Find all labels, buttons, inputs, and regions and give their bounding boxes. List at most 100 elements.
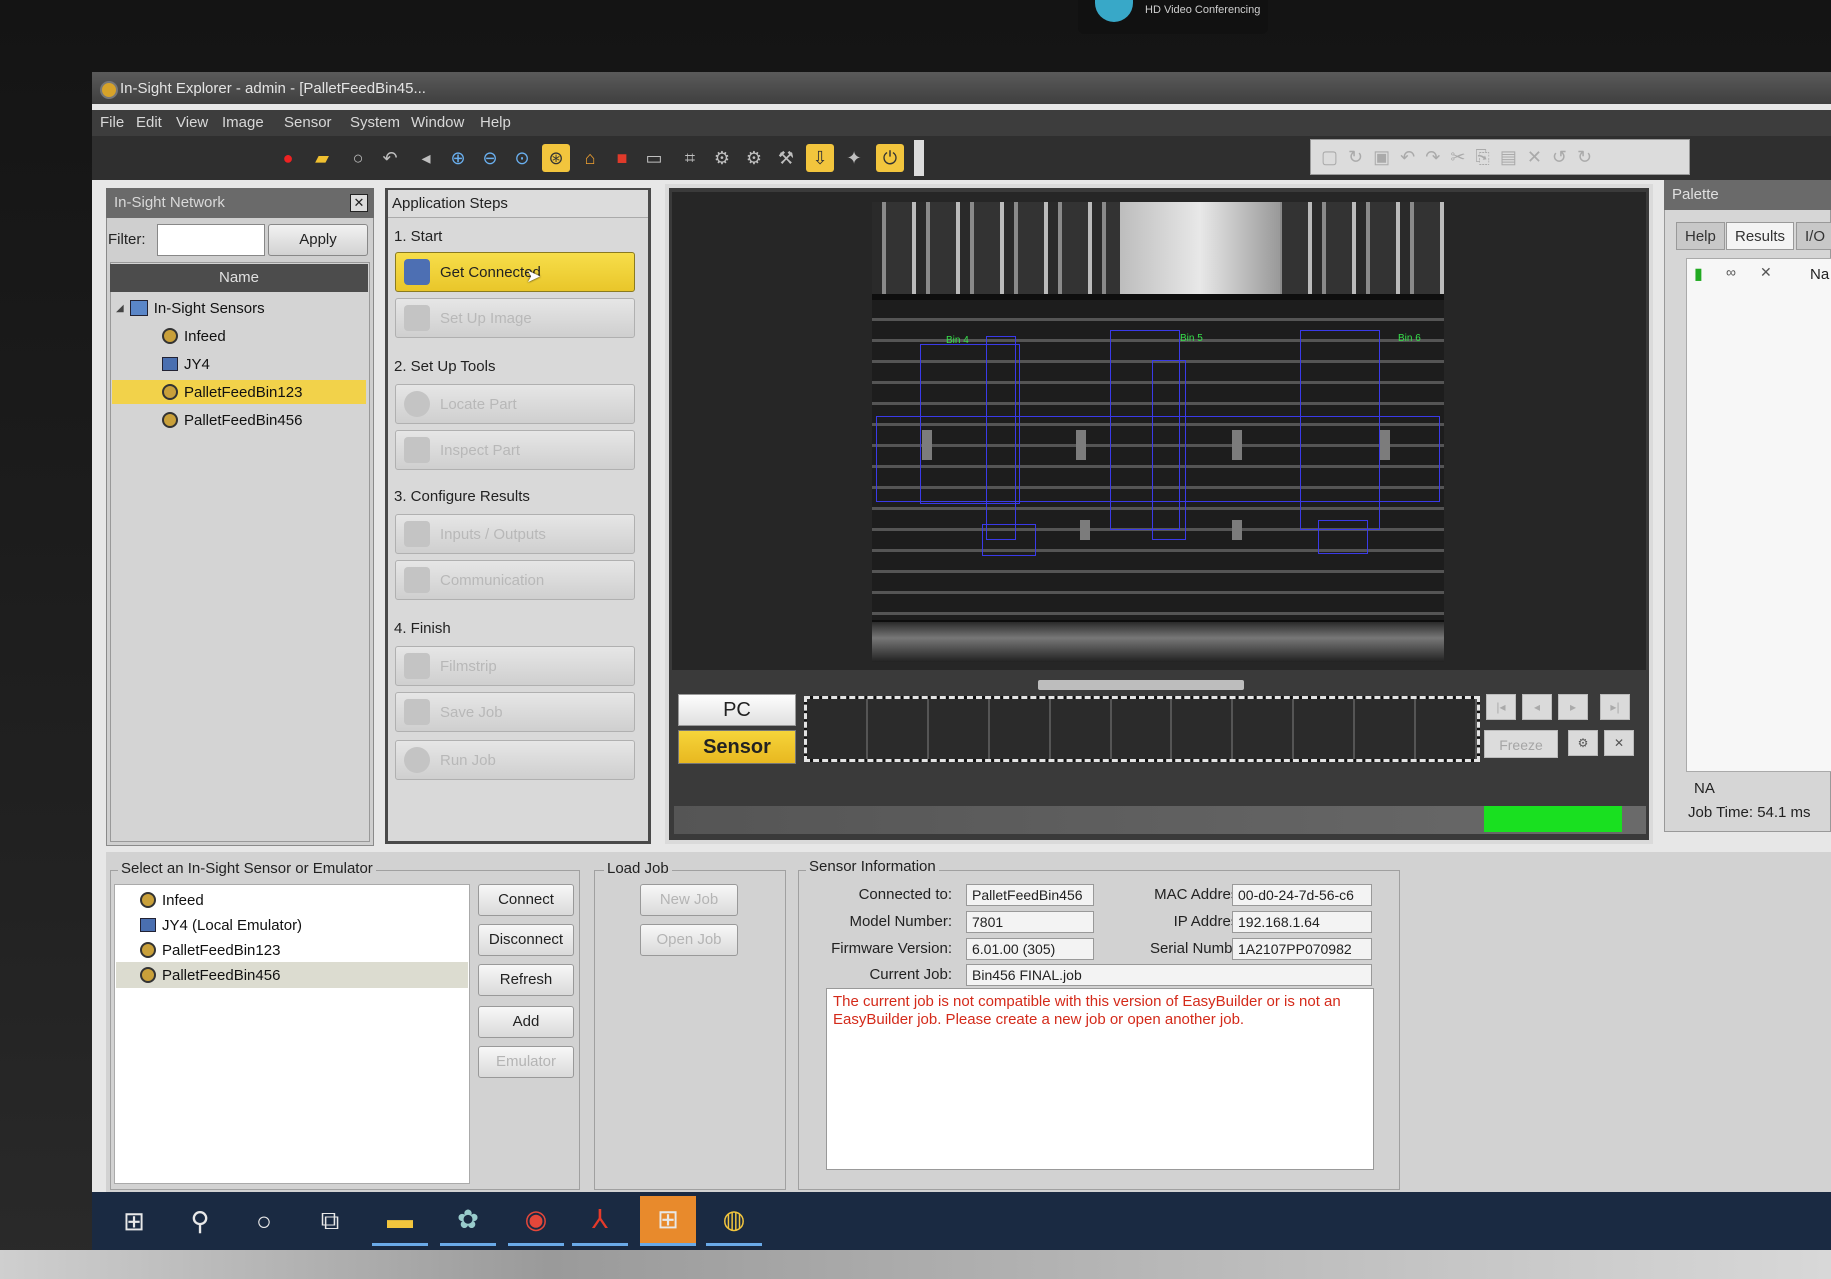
- filmstrip-frame[interactable]: [1294, 699, 1356, 759]
- tab-results[interactable]: Results: [1726, 222, 1795, 250]
- back-icon[interactable]: ↺: [1552, 147, 1567, 168]
- set-up-image-button[interactable]: Set Up Image: [395, 298, 635, 338]
- circle-tool-icon[interactable]: ○: [344, 144, 372, 172]
- filmstrip-frame[interactable]: [1172, 699, 1234, 759]
- new-icon[interactable]: ▢: [1321, 147, 1338, 168]
- image-icon[interactable]: ■: [608, 144, 636, 172]
- menu-image[interactable]: Image: [222, 114, 264, 131]
- online-toggle-icon[interactable]: ⏻: [876, 144, 904, 172]
- menu-file[interactable]: File: [100, 114, 124, 131]
- save-icon[interactable]: ▣: [1373, 147, 1390, 168]
- tool-b-icon[interactable]: ⚙: [740, 144, 768, 172]
- tree-item-palletfeedbin456[interactable]: PalletFeedBin456: [162, 408, 302, 432]
- frame-icon[interactable]: ▭: [640, 144, 668, 172]
- cortana-icon[interactable]: ○: [236, 1196, 292, 1246]
- tree-root[interactable]: ◢ In-Sight Sensors: [116, 296, 265, 320]
- menu-sensor[interactable]: Sensor: [284, 114, 332, 131]
- tree-item-jy4[interactable]: JY4: [162, 352, 210, 376]
- filmstrip-frame[interactable]: [1416, 699, 1477, 759]
- tree-column-header[interactable]: Name: [110, 264, 368, 292]
- in-sight-explorer-icon[interactable]: ◍: [706, 1196, 762, 1246]
- menu-help[interactable]: Help: [480, 114, 511, 131]
- inspect-part-button[interactable]: Inspect Part: [395, 430, 635, 470]
- zoom-out-icon[interactable]: ⊖: [476, 144, 504, 172]
- open-folder-icon[interactable]: ▰: [308, 144, 336, 172]
- tree-item-infeed[interactable]: Infeed: [162, 324, 226, 348]
- locate-part-button[interactable]: Locate Part: [395, 384, 635, 424]
- filmstrip-frame[interactable]: [867, 699, 929, 759]
- roi-box[interactable]: [1152, 360, 1186, 540]
- next-frame-icon[interactable]: ▸: [1558, 694, 1588, 720]
- communication-button[interactable]: Communication: [395, 560, 635, 600]
- refresh-icon[interactable]: ↻: [1348, 147, 1363, 168]
- first-frame-icon[interactable]: |◂: [1486, 694, 1516, 720]
- cut-icon[interactable]: ✂: [1450, 147, 1465, 168]
- clear-filmstrip-icon[interactable]: ✕: [1604, 730, 1634, 756]
- sensor-mode-button[interactable]: Sensor: [678, 730, 796, 764]
- filmstrip-frame[interactable]: [989, 699, 1051, 759]
- chrome-icon[interactable]: ◉: [508, 1196, 564, 1246]
- settings-icon[interactable]: ⚒: [772, 144, 800, 172]
- collapse-icon[interactable]: ◢: [116, 303, 124, 314]
- list-item-palletfeedbin456[interactable]: PalletFeedBin456: [116, 962, 468, 988]
- paste-icon[interactable]: ▤: [1500, 147, 1517, 168]
- roi-box[interactable]: [1300, 330, 1380, 530]
- list-item-infeed[interactable]: Infeed: [140, 888, 204, 912]
- filmstrip-frame[interactable]: [928, 699, 990, 759]
- prev-frame-icon[interactable]: ◂: [1522, 694, 1552, 720]
- task-view-icon[interactable]: ⧉: [302, 1196, 358, 1246]
- refresh-button[interactable]: Refresh: [478, 964, 574, 996]
- connect-button[interactable]: Connect: [478, 884, 574, 916]
- record-icon[interactable]: ●: [274, 144, 302, 172]
- forward-icon[interactable]: ↻: [1577, 147, 1592, 168]
- freeze-button[interactable]: Freeze: [1484, 730, 1558, 758]
- file-explorer-icon[interactable]: ▬: [372, 1196, 428, 1246]
- tab-io[interactable]: I/O: [1796, 222, 1831, 250]
- pc-mode-button[interactable]: PC: [678, 694, 796, 726]
- tab-help[interactable]: Help: [1676, 222, 1725, 250]
- list-item-palletfeedbin123[interactable]: PalletFeedBin123: [140, 938, 280, 962]
- tree-item-palletfeedbin123[interactable]: PalletFeedBin123: [112, 380, 366, 404]
- filmstrip-settings-icon[interactable]: ⚙: [1568, 730, 1598, 756]
- crop-icon[interactable]: ⌗: [676, 144, 704, 172]
- app-shortcut-icon[interactable]: ✿: [440, 1196, 496, 1246]
- new-job-button[interactable]: New Job: [640, 884, 738, 916]
- tool-a-icon[interactable]: ⚙: [708, 144, 736, 172]
- sensor-tool-icon[interactable]: ✦: [840, 144, 868, 172]
- image-scrollbar[interactable]: [1038, 680, 1244, 690]
- taskbar-app-icon[interactable]: ⊞: [640, 1196, 696, 1246]
- roi-box[interactable]: [982, 524, 1036, 556]
- roi-box[interactable]: [986, 336, 1016, 540]
- search-icon[interactable]: ⚲: [172, 1196, 228, 1246]
- windows-start-icon[interactable]: ⊞: [106, 1196, 162, 1246]
- add-button[interactable]: Add: [478, 1006, 574, 1038]
- last-frame-icon[interactable]: ▸|: [1600, 694, 1630, 720]
- inputs-outputs-button[interactable]: Inputs / Outputs: [395, 514, 635, 554]
- filmstrip-frame[interactable]: [1233, 699, 1295, 759]
- menu-edit[interactable]: Edit: [136, 114, 162, 131]
- menu-view[interactable]: View: [176, 114, 208, 131]
- filmstrip[interactable]: [804, 696, 1480, 762]
- copy-icon[interactable]: ⎘: [1475, 147, 1489, 168]
- filmstrip-frame[interactable]: [1050, 699, 1112, 759]
- get-connected-button[interactable]: Get Connected: [395, 252, 635, 292]
- disconnect-button[interactable]: Disconnect: [478, 924, 574, 956]
- emulator-button[interactable]: Emulator: [478, 1046, 574, 1078]
- download-icon[interactable]: ⇩: [806, 144, 834, 172]
- trigger-icon[interactable]: ⌂: [576, 144, 604, 172]
- menu-window[interactable]: Window: [411, 114, 464, 131]
- apply-button[interactable]: Apply: [268, 224, 368, 256]
- filmstrip-frame[interactable]: [807, 699, 868, 759]
- toolbar-overflow[interactable]: [914, 140, 924, 176]
- redo-icon[interactable]: ↷: [1425, 147, 1440, 168]
- run-job-button[interactable]: Run Job: [395, 740, 635, 780]
- zoom-fit-icon[interactable]: ⊙: [508, 144, 536, 172]
- menu-system[interactable]: System: [350, 114, 400, 131]
- close-icon[interactable]: ✕: [350, 194, 368, 212]
- zoom-active-icon[interactable]: ⊛: [542, 144, 570, 172]
- filmstrip-frame[interactable]: [1111, 699, 1173, 759]
- acrobat-icon[interactable]: ⅄: [572, 1196, 628, 1246]
- list-item-jy4[interactable]: JY4 (Local Emulator): [140, 913, 302, 937]
- roi-box[interactable]: [1318, 520, 1368, 554]
- open-job-button[interactable]: Open Job: [640, 924, 738, 956]
